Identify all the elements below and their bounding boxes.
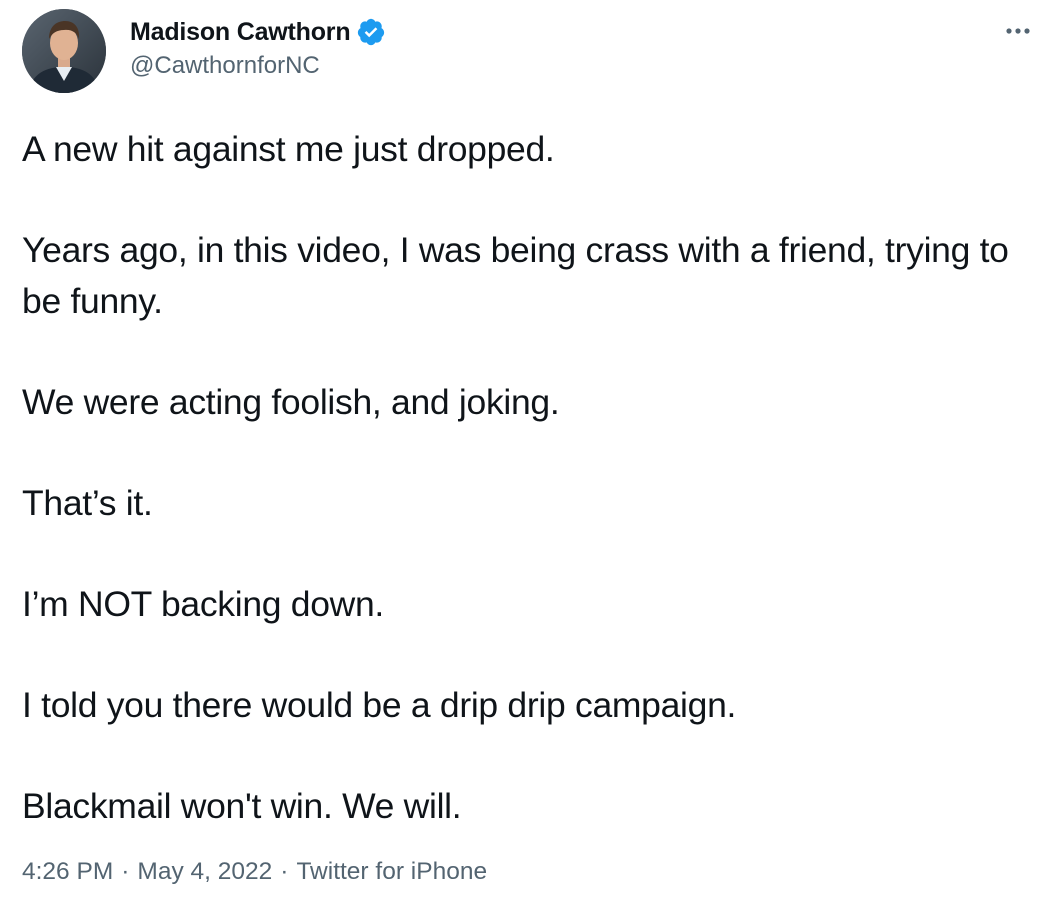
tweet-source[interactable]: Twitter for iPhone xyxy=(296,858,487,885)
author-name-row: Madison Cawthorn xyxy=(130,15,386,49)
tweet-paragraph: Years ago, in this video, I was being cr… xyxy=(22,230,1009,321)
profile-photo-icon xyxy=(22,9,106,93)
tweet-card: Madison Cawthorn @CawthornforNC A new hi… xyxy=(0,0,1060,898)
author-display-name[interactable]: Madison Cawthorn xyxy=(130,18,351,47)
tweet-meta: 4:26 PM · May 4, 2022 · Twitter for iPhone xyxy=(22,858,487,886)
tweet-paragraph: I told you there would be a drip drip ca… xyxy=(22,685,737,725)
tweet-paragraph: Blackmail won't win. We will. xyxy=(22,786,462,826)
tweet-paragraph: That’s it. xyxy=(22,483,153,523)
avatar[interactable] xyxy=(22,9,106,93)
tweet-paragraph: I’m NOT backing down. xyxy=(22,584,384,624)
tweet-paragraph: We were acting foolish, and joking. xyxy=(22,382,560,422)
author-handle[interactable]: @CawthornforNC xyxy=(130,52,320,80)
more-options-icon[interactable] xyxy=(1001,16,1035,46)
verified-badge-icon xyxy=(356,17,386,47)
separator: · xyxy=(280,858,289,885)
tweet-text: A new hit against me just dropped. Years… xyxy=(22,124,1042,832)
tweet-paragraph: A new hit against me just dropped. xyxy=(22,129,555,169)
tweet-time[interactable]: 4:26 PM xyxy=(22,858,113,885)
separator: · xyxy=(121,858,130,885)
tweet-date[interactable]: May 4, 2022 xyxy=(137,858,272,885)
